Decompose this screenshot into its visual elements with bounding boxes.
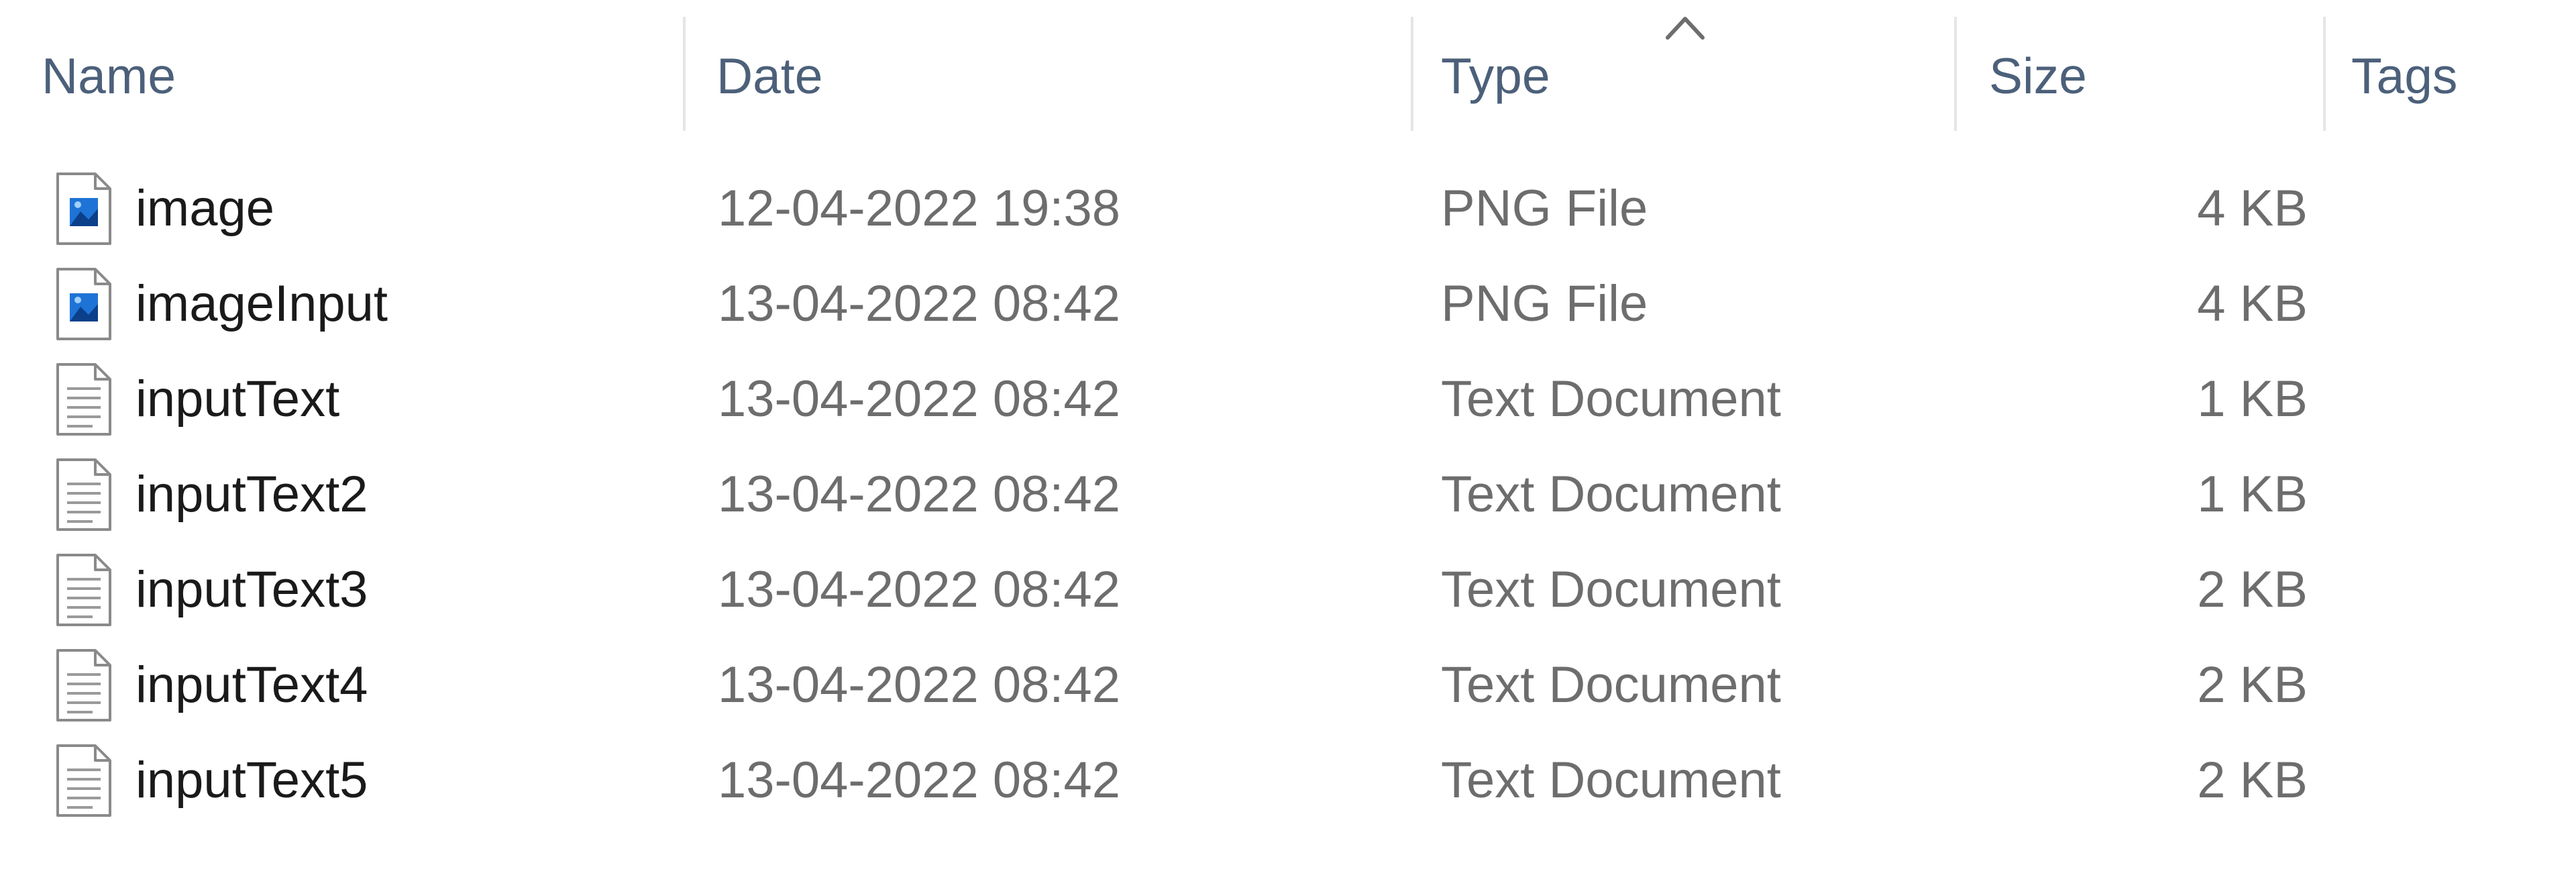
file-size: 4 KB	[2197, 275, 2308, 332]
column-header-tags-label: Tags	[2351, 48, 2458, 104]
file-date: 13-04-2022 08:42	[718, 752, 1121, 809]
file-type: Text Document	[1441, 466, 1781, 523]
column-resize-handle-size[interactable]	[2323, 17, 2326, 131]
file-row[interactable]: inputText2 13-04-2022 08:42 Text Documen…	[40, 447, 2308, 542]
file-size: 1 KB	[2197, 370, 2308, 428]
file-row[interactable]: inputText3 13-04-2022 08:42 Text Documen…	[40, 542, 2308, 638]
file-date: 12-04-2022 19:38	[718, 180, 1121, 237]
column-resize-handle-type[interactable]	[1954, 17, 1957, 131]
file-type: PNG File	[1441, 275, 1648, 332]
column-header-type-label: Type	[1441, 48, 1550, 104]
column-header-name[interactable]: Name	[0, 0, 684, 154]
column-resize-handle-date[interactable]	[1411, 17, 1413, 131]
file-row[interactable]: inputText 13-04-2022 08:42 Text Document…	[40, 352, 2308, 447]
text-file-icon	[56, 649, 111, 721]
png-file-icon	[56, 172, 111, 245]
file-date: 13-04-2022 08:42	[718, 561, 1121, 618]
file-type: PNG File	[1441, 180, 1648, 237]
file-name: inputText3	[136, 561, 368, 618]
column-resize-handle-name[interactable]	[683, 17, 686, 131]
column-header-tags[interactable]: Tags	[2324, 0, 2576, 154]
text-file-icon	[56, 363, 111, 436]
file-type: Text Document	[1441, 656, 1781, 713]
column-header-date[interactable]: Date	[684, 0, 1412, 154]
column-header-size-label: Size	[1989, 48, 2087, 104]
file-name: inputText2	[136, 466, 368, 523]
file-type: Text Document	[1441, 752, 1781, 809]
file-size: 2 KB	[2197, 752, 2308, 809]
chevron-up-icon	[1666, 17, 1705, 40]
file-size: 2 KB	[2197, 561, 2308, 618]
file-row[interactable]: image 12-04-2022 19:38 PNG File 4 KB	[40, 161, 2308, 256]
png-file-icon	[56, 268, 111, 340]
file-row[interactable]: inputText5 13-04-2022 08:42 Text Documen…	[40, 733, 2308, 828]
file-explorer-details-view: Name Date Type Size Tags image 12-04-202…	[0, 0, 2576, 896]
text-file-icon	[56, 744, 111, 817]
file-date: 13-04-2022 08:42	[718, 275, 1121, 332]
file-type: Text Document	[1441, 561, 1781, 618]
file-row[interactable]: imageInput 13-04-2022 08:42 PNG File 4 K…	[40, 256, 2308, 352]
file-name: inputText4	[136, 656, 368, 713]
file-size: 4 KB	[2197, 180, 2308, 237]
file-type: Text Document	[1441, 370, 1781, 428]
text-file-icon	[56, 458, 111, 531]
file-name: inputText	[136, 370, 340, 428]
file-name: image	[136, 180, 274, 237]
column-header-name-label: Name	[42, 48, 176, 104]
file-date: 13-04-2022 08:42	[718, 370, 1121, 428]
file-date: 13-04-2022 08:42	[718, 466, 1121, 523]
file-size: 2 KB	[2197, 656, 2308, 713]
column-header-row: Name Date Type Size Tags	[0, 0, 2576, 154]
file-name: inputText5	[136, 752, 368, 809]
column-header-size[interactable]: Size	[1955, 0, 2324, 154]
file-name: imageInput	[136, 275, 388, 332]
file-row[interactable]: inputText4 13-04-2022 08:42 Text Documen…	[40, 638, 2308, 733]
file-date: 13-04-2022 08:42	[718, 656, 1121, 713]
column-header-date-label: Date	[716, 48, 823, 104]
text-file-icon	[56, 554, 111, 626]
file-size: 1 KB	[2197, 466, 2308, 523]
